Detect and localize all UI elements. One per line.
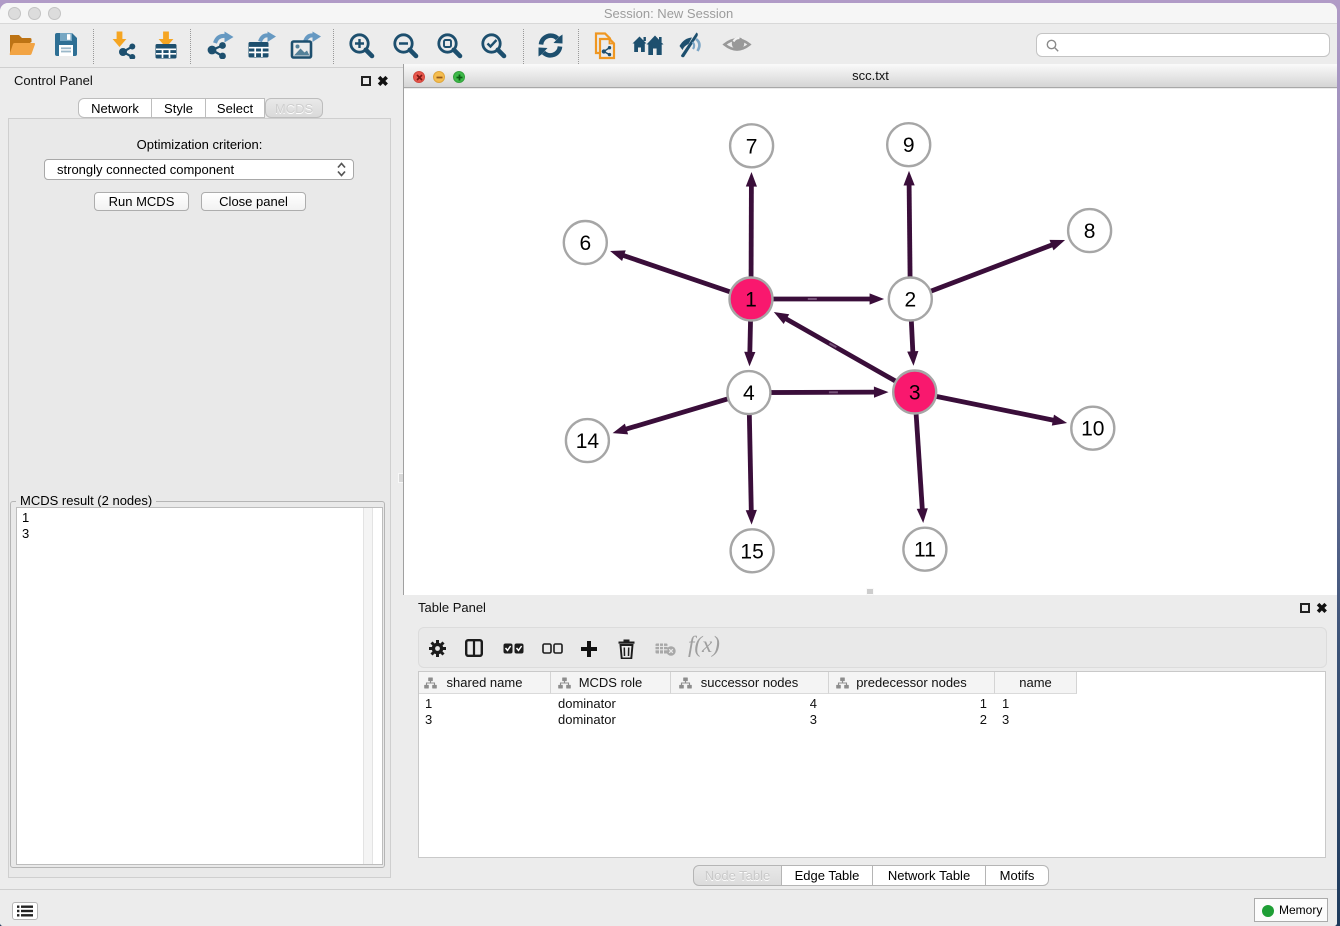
svg-text:10: 10 (1081, 418, 1104, 441)
svg-text:8: 8 (1084, 220, 1096, 243)
svg-text:1: 1 (745, 289, 757, 312)
svg-text:6: 6 (579, 232, 591, 255)
svg-text:14: 14 (576, 430, 600, 453)
svg-text:7: 7 (746, 135, 758, 158)
svg-text:11: 11 (914, 539, 936, 562)
svg-text:9: 9 (903, 134, 915, 157)
svg-text:3: 3 (909, 382, 921, 405)
svg-text:15: 15 (740, 540, 763, 563)
svg-text:2: 2 (904, 289, 916, 312)
svg-text:4: 4 (743, 382, 755, 405)
